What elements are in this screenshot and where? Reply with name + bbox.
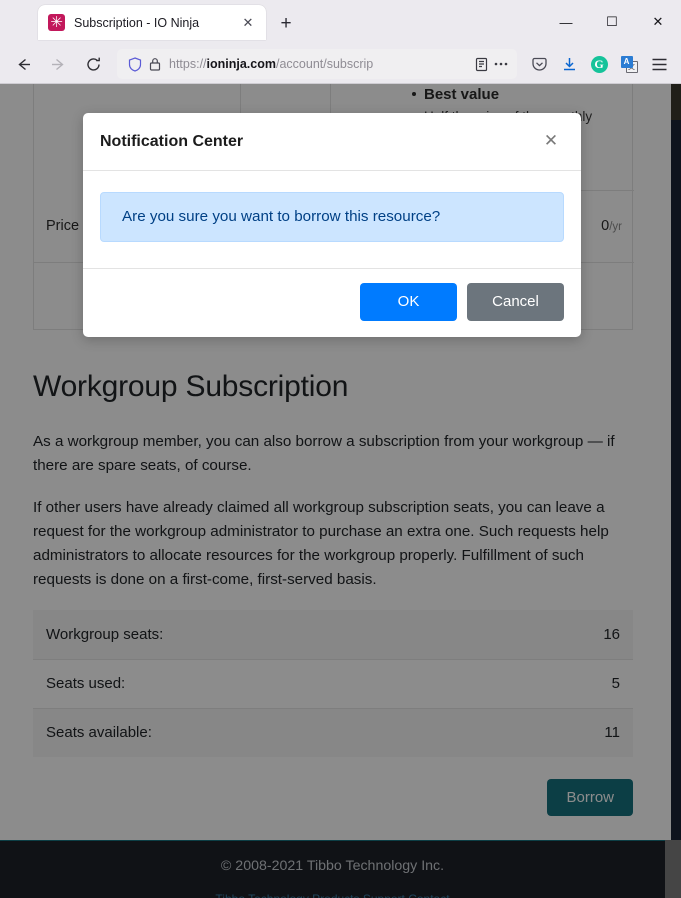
chrome-divider [0,83,681,84]
browser-tab[interactable]: ✳ Subscription - IO Ninja ✕ [38,5,266,40]
shield-icon[interactable] [125,54,145,74]
grammarly-letter: G [590,55,608,73]
notification-center-dialog: Notification Center ✕ Are you sure you w… [83,113,581,338]
address-bar-actions [471,54,511,74]
translate-front-letter: A [620,55,633,68]
minimize-icon[interactable]: — [543,0,589,44]
window-controls: — ☐ ✕ [543,0,681,44]
close-dialog-icon[interactable]: ✕ [539,130,563,154]
browser-chrome: ✳ Subscription - IO Ninja ✕ + — ☐ ✕ http… [0,0,681,84]
forward-icon[interactable] [43,49,73,79]
confirmation-message: Are you sure you want to borrow this res… [100,192,564,243]
url-text: https://ioninja.com/account/subscrip [169,57,471,71]
back-icon[interactable] [8,49,38,79]
tab-strip: ✳ Subscription - IO Ninja ✕ + — ☐ ✕ [0,0,681,44]
url-scheme: https:// [169,57,207,71]
lock-icon[interactable] [145,54,165,74]
favicon-icon: ✳ [48,14,65,31]
dialog-header: Notification Center ✕ [83,113,581,171]
navigation-bar: https://ioninja.com/account/subscrip G A [0,44,681,84]
url-path: /account/subscrip [275,57,374,71]
dialog-title: Notification Center [100,132,244,150]
translate-icon[interactable]: 文 A [615,50,643,78]
close-tab-icon[interactable]: ✕ [238,13,258,33]
downloads-icon[interactable] [555,50,583,78]
grammarly-icon[interactable]: G [585,50,613,78]
app-menu-icon[interactable] [645,50,673,78]
pocket-icon[interactable] [525,50,553,78]
reload-icon[interactable] [78,49,108,79]
ok-button[interactable]: OK [360,283,457,322]
url-host: ioninja.com [206,57,276,71]
dialog-footer: OK Cancel [83,269,581,337]
address-bar[interactable]: https://ioninja.com/account/subscrip [117,49,517,79]
close-window-icon[interactable]: ✕ [635,0,681,44]
reader-view-icon[interactable] [471,54,491,74]
page-actions-icon[interactable] [491,54,511,74]
tab-title: Subscription - IO Ninja [74,15,200,30]
browser-window: ✳ Subscription - IO Ninja ✕ + — ☐ ✕ http… [0,0,681,898]
maximize-icon[interactable]: ☐ [589,0,635,44]
cancel-button[interactable]: Cancel [467,283,564,322]
dialog-body: Are you sure you want to borrow this res… [83,171,581,270]
new-tab-button[interactable]: + [274,11,298,35]
translate-glyph: 文 A [620,55,638,73]
